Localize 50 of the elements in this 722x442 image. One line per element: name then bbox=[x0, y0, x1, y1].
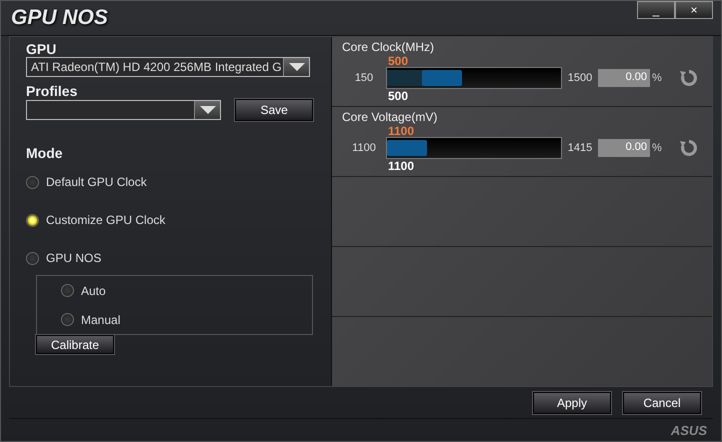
save-button[interactable]: Save bbox=[235, 99, 313, 121]
radio-label: Manual bbox=[81, 312, 120, 326]
gpu-label: GPU bbox=[26, 41, 58, 57]
radio-button[interactable] bbox=[26, 176, 39, 188]
slider-title: Core Clock(MHz) bbox=[342, 40, 436, 54]
percent-unit: % bbox=[652, 142, 662, 154]
min-value: 1100 bbox=[351, 142, 377, 154]
radio-label: Auto bbox=[81, 284, 106, 298]
max-value: 1500 bbox=[566, 72, 594, 84]
slider-track[interactable] bbox=[386, 137, 562, 159]
dropdown-button[interactable] bbox=[283, 58, 309, 76]
radio-button[interactable] bbox=[26, 214, 39, 226]
cancel-button[interactable]: Cancel bbox=[623, 392, 701, 414]
radio-option[interactable]: Default GPU Clock bbox=[26, 175, 313, 189]
radio-label: Customize GPU Clock bbox=[46, 213, 166, 227]
radio-option[interactable]: Auto bbox=[61, 284, 312, 298]
slider-thumb[interactable] bbox=[422, 70, 462, 86]
radio-label: Default GPU Clock bbox=[46, 175, 147, 189]
radio-option[interactable]: Manual bbox=[61, 312, 312, 326]
min-value: 150 bbox=[354, 72, 374, 84]
radio-option[interactable]: GPU NOS bbox=[26, 251, 313, 265]
dropdown-arrow-icon bbox=[200, 106, 216, 114]
slider-title: Core Voltage(mV) bbox=[342, 110, 438, 124]
profiles-dropdown[interactable] bbox=[26, 100, 222, 120]
apply-button[interactable]: Apply bbox=[533, 392, 611, 414]
radio-button[interactable] bbox=[61, 313, 74, 326]
minimize-button[interactable]: _ bbox=[637, 1, 675, 19]
slider-track[interactable] bbox=[386, 67, 562, 89]
brand-logo: ASUS bbox=[670, 422, 707, 438]
dropdown-arrow-icon bbox=[288, 63, 304, 71]
radio-option[interactable]: Customize GPU Clock bbox=[26, 213, 313, 227]
close-button[interactable]: × bbox=[675, 1, 713, 19]
slider-thumb[interactable] bbox=[387, 140, 427, 156]
max-value: 1415 bbox=[566, 142, 594, 154]
profiles-label: Profiles bbox=[26, 83, 78, 99]
current-value: 500 bbox=[388, 54, 408, 68]
calibrate-button[interactable]: Calibrate bbox=[36, 335, 114, 354]
dropdown-button[interactable] bbox=[194, 101, 220, 119]
current-value: 1100 bbox=[388, 124, 414, 138]
set-value: 1100 bbox=[388, 159, 414, 173]
gpu-dropdown[interactable]: ATI Radeon(TM) HD 4200 256MB Integrated G bbox=[26, 57, 310, 77]
percent-unit: % bbox=[652, 72, 662, 84]
radio-label: GPU NOS bbox=[46, 251, 102, 265]
window-title: GPU NOS bbox=[11, 6, 108, 30]
mode-label: Mode bbox=[26, 145, 64, 161]
reset-icon[interactable] bbox=[678, 137, 700, 159]
reset-icon[interactable] bbox=[678, 67, 700, 89]
set-value: 500 bbox=[388, 89, 408, 103]
radio-button[interactable] bbox=[61, 284, 74, 297]
radio-button[interactable] bbox=[26, 252, 39, 264]
